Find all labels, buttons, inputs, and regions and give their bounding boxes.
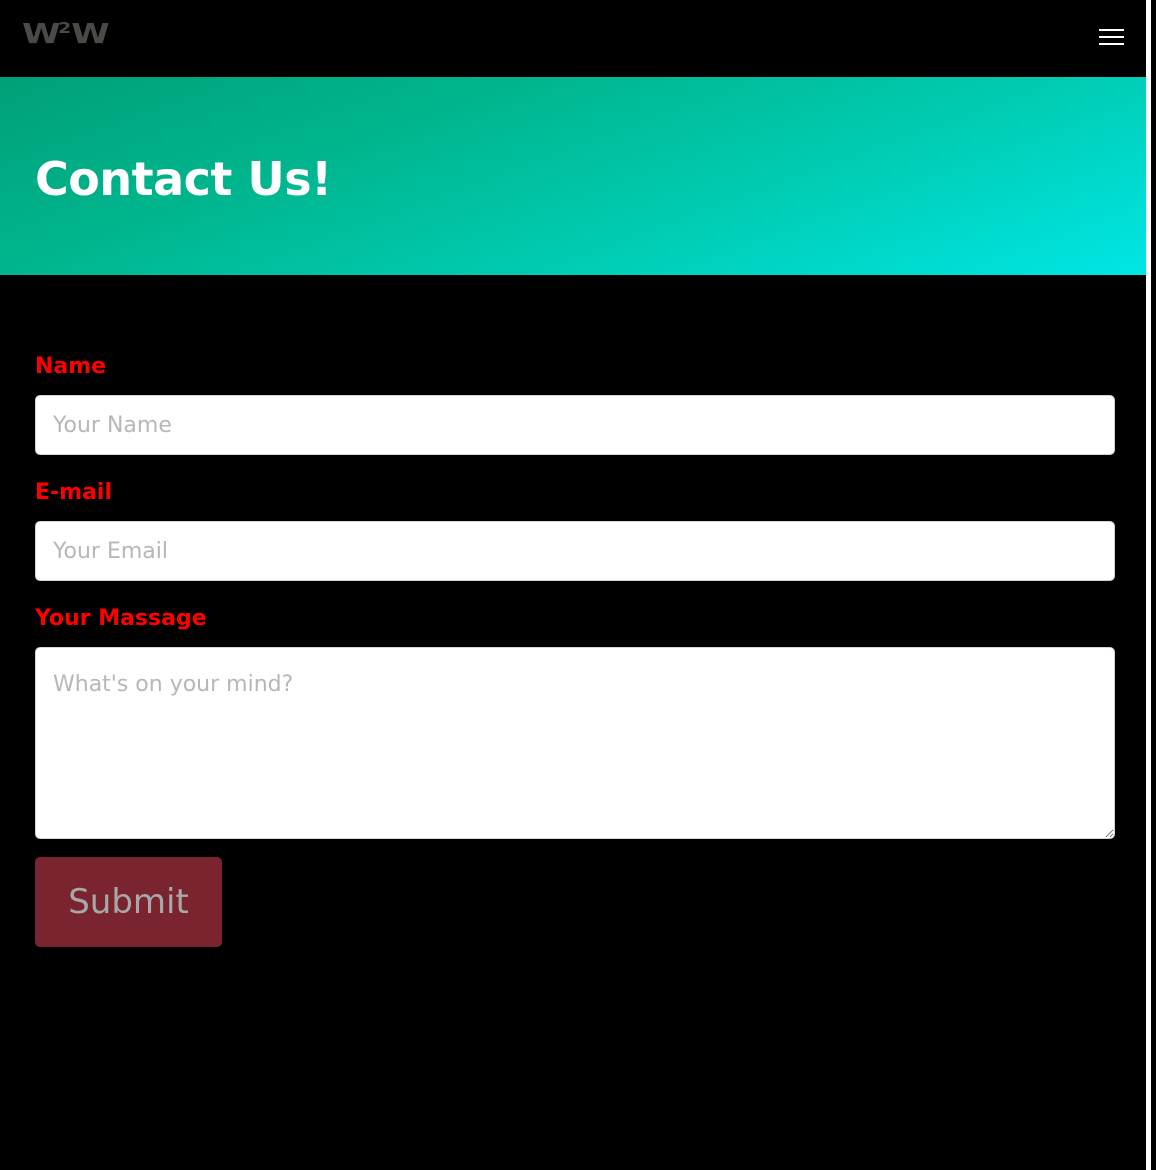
message-textarea[interactable] (35, 647, 1115, 839)
brand-superscript: 2 (58, 19, 72, 37)
name-input[interactable] (35, 395, 1115, 455)
hamburger-menu-icon[interactable] (1099, 28, 1125, 46)
hero-banner: Contact Us! (0, 77, 1151, 275)
email-label: E-mail (35, 480, 113, 505)
hamburger-line (1099, 43, 1124, 45)
page-edge (1146, 0, 1151, 1170)
brand-letter-w-tail: W (71, 17, 110, 50)
brand-letter-w: W (22, 17, 61, 50)
email-input[interactable] (35, 521, 1115, 581)
contact-page: W2W Contact Us! Name E-mail Your Massage… (0, 0, 1151, 1170)
name-label: Name (35, 354, 107, 379)
message-label: Your Massage (35, 606, 207, 631)
page-title: Contact Us! (35, 152, 332, 206)
submit-button[interactable]: Submit (35, 857, 222, 947)
brand-logo[interactable]: W2W (22, 17, 110, 50)
hamburger-line (1099, 29, 1124, 31)
navbar: W2W (0, 0, 1151, 77)
hamburger-line (1099, 36, 1124, 38)
